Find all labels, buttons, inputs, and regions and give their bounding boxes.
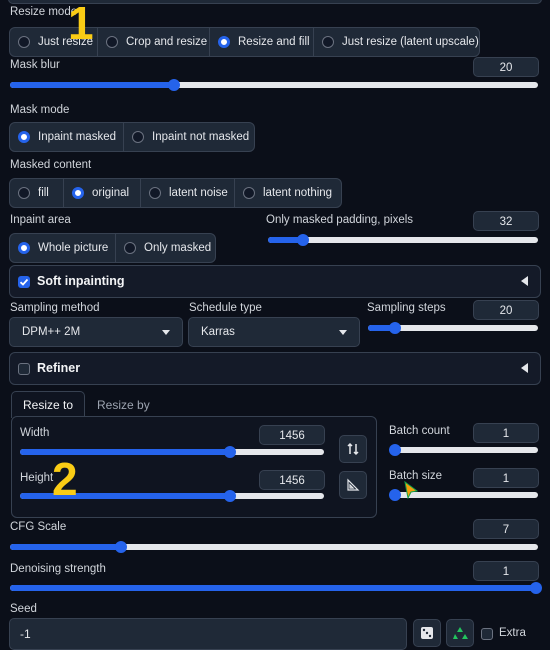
aspect-ratio-icon xyxy=(347,478,360,491)
radio-icon xyxy=(132,131,144,143)
tab-resize-to[interactable]: Resize to xyxy=(11,391,85,418)
schedule-type-dropdown[interactable]: Karras xyxy=(188,317,360,347)
masked-content-label: Masked content xyxy=(10,159,92,171)
radio-selected-icon xyxy=(18,242,30,254)
masked-content-original[interactable]: original xyxy=(64,179,141,207)
annotation-number-2: 2 xyxy=(52,453,78,505)
resize-mode-latent-upscale[interactable]: Just resize (latent upscale) xyxy=(314,28,479,56)
extra-checkbox[interactable] xyxy=(481,628,493,640)
slider-thumb[interactable] xyxy=(167,79,180,91)
radio-icon xyxy=(149,187,161,199)
chevron-down-icon xyxy=(162,330,170,335)
mask-blur-slider[interactable] xyxy=(10,79,538,91)
annotation-number-1: 1 xyxy=(68,0,94,49)
cfg-scale-label: CFG Scale xyxy=(10,521,67,533)
mask-blur-label: Mask blur xyxy=(10,59,60,71)
masked-content-latent-noise[interactable]: latent noise xyxy=(141,179,235,207)
sampling-steps-slider[interactable] xyxy=(368,322,538,334)
sampling-steps-label: Sampling steps xyxy=(367,302,446,314)
slider-thumb[interactable] xyxy=(223,446,236,458)
denoising-strength-label: Denoising strength xyxy=(10,563,106,575)
radio-icon xyxy=(322,36,334,48)
refiner-accordion[interactable]: Refiner xyxy=(9,352,541,385)
radio-selected-icon xyxy=(218,36,230,48)
height-label: Height xyxy=(20,472,54,484)
padding-label: Only masked padding, pixels xyxy=(266,214,414,226)
padding-slider[interactable] xyxy=(268,234,538,246)
checkmark-icon xyxy=(19,278,29,286)
refiner-label: Refiner xyxy=(37,361,81,375)
slider-thumb[interactable] xyxy=(389,322,402,334)
seed-input[interactable]: -1 xyxy=(9,618,407,650)
slider-fill xyxy=(10,82,174,88)
mask-mode-label: Mask mode xyxy=(10,104,70,116)
soft-inpainting-checkbox[interactable] xyxy=(18,276,30,288)
schedule-type-label: Schedule type xyxy=(189,302,262,314)
batch-count-label: Batch count xyxy=(389,425,450,437)
mask-blur-input[interactable]: 20 xyxy=(473,57,539,77)
width-label: Width xyxy=(20,427,50,439)
width-input[interactable]: 1456 xyxy=(259,425,325,445)
swap-dimensions-icon xyxy=(347,442,359,456)
collapse-triangle-icon[interactable] xyxy=(521,363,528,373)
resize-mode-crop-and-resize[interactable]: Crop and resize xyxy=(98,28,210,56)
slider-thumb[interactable] xyxy=(389,444,401,456)
mask-mode-inpaint-masked[interactable]: Inpaint masked xyxy=(10,123,124,151)
mask-mode-group: Inpaint masked Inpaint not masked xyxy=(9,122,255,152)
slider-thumb[interactable] xyxy=(223,490,236,502)
radio-selected-icon xyxy=(72,187,84,199)
masked-content-group: fill original latent noise latent nothin… xyxy=(9,178,342,208)
slider-thumb[interactable] xyxy=(389,489,401,501)
resize-mode-resize-and-fill[interactable]: Resize and fill xyxy=(210,28,314,56)
collapse-triangle-icon[interactable] xyxy=(521,276,528,286)
dice-icon xyxy=(421,627,433,639)
reuse-seed-button[interactable] xyxy=(446,619,474,647)
padding-input[interactable]: 32 xyxy=(473,211,539,231)
recycle-icon xyxy=(453,627,468,639)
inpaint-area-group: Whole picture Only masked xyxy=(9,233,216,263)
height-input[interactable]: 1456 xyxy=(259,470,325,490)
random-seed-button[interactable] xyxy=(413,619,441,647)
slider-thumb[interactable] xyxy=(530,582,542,594)
radio-icon xyxy=(18,187,30,199)
swap-dimensions-button[interactable] xyxy=(339,435,367,463)
mask-mode-inpaint-not-masked[interactable]: Inpaint not masked xyxy=(124,123,254,151)
slider-fill xyxy=(10,585,536,591)
slider-thumb[interactable] xyxy=(114,541,127,553)
soft-inpainting-label: Soft inpainting xyxy=(37,274,125,288)
radio-icon xyxy=(18,36,30,48)
denoising-strength-slider[interactable] xyxy=(10,582,542,594)
masked-content-latent-nothing[interactable]: latent nothing xyxy=(235,179,341,207)
batch-count-input[interactable]: 1 xyxy=(473,423,539,443)
sampling-steps-input[interactable]: 20 xyxy=(473,300,539,320)
sampling-method-label: Sampling method xyxy=(10,302,100,314)
inpaint-area-only-masked[interactable]: Only masked xyxy=(116,234,215,262)
sampling-method-dropdown[interactable]: DPM++ 2M xyxy=(9,317,183,347)
slider-fill xyxy=(10,544,121,550)
refiner-checkbox[interactable] xyxy=(18,363,30,375)
cfg-scale-slider[interactable] xyxy=(10,541,538,553)
radio-icon xyxy=(106,36,118,48)
soft-inpainting-accordion[interactable]: Soft inpainting xyxy=(9,265,541,298)
denoising-strength-input[interactable]: 1 xyxy=(473,561,539,581)
radio-selected-icon xyxy=(18,131,30,143)
aspect-ratio-button[interactable] xyxy=(339,471,367,499)
radio-icon xyxy=(243,187,255,199)
seed-label: Seed xyxy=(10,603,37,615)
slider-thumb[interactable] xyxy=(297,234,310,246)
extra-label: Extra xyxy=(499,627,526,639)
batch-size-input[interactable]: 1 xyxy=(473,468,539,488)
mouse-cursor-icon xyxy=(404,481,419,499)
cfg-scale-input[interactable]: 7 xyxy=(473,519,539,539)
radio-icon xyxy=(124,242,136,254)
inpaint-area-whole-picture[interactable]: Whole picture xyxy=(10,234,116,262)
inpaint-area-label: Inpaint area xyxy=(10,214,71,226)
batch-count-slider[interactable] xyxy=(389,444,538,456)
masked-content-fill[interactable]: fill xyxy=(10,179,64,207)
tab-resize-by[interactable]: Resize by xyxy=(97,398,150,412)
chevron-down-icon xyxy=(339,330,347,335)
